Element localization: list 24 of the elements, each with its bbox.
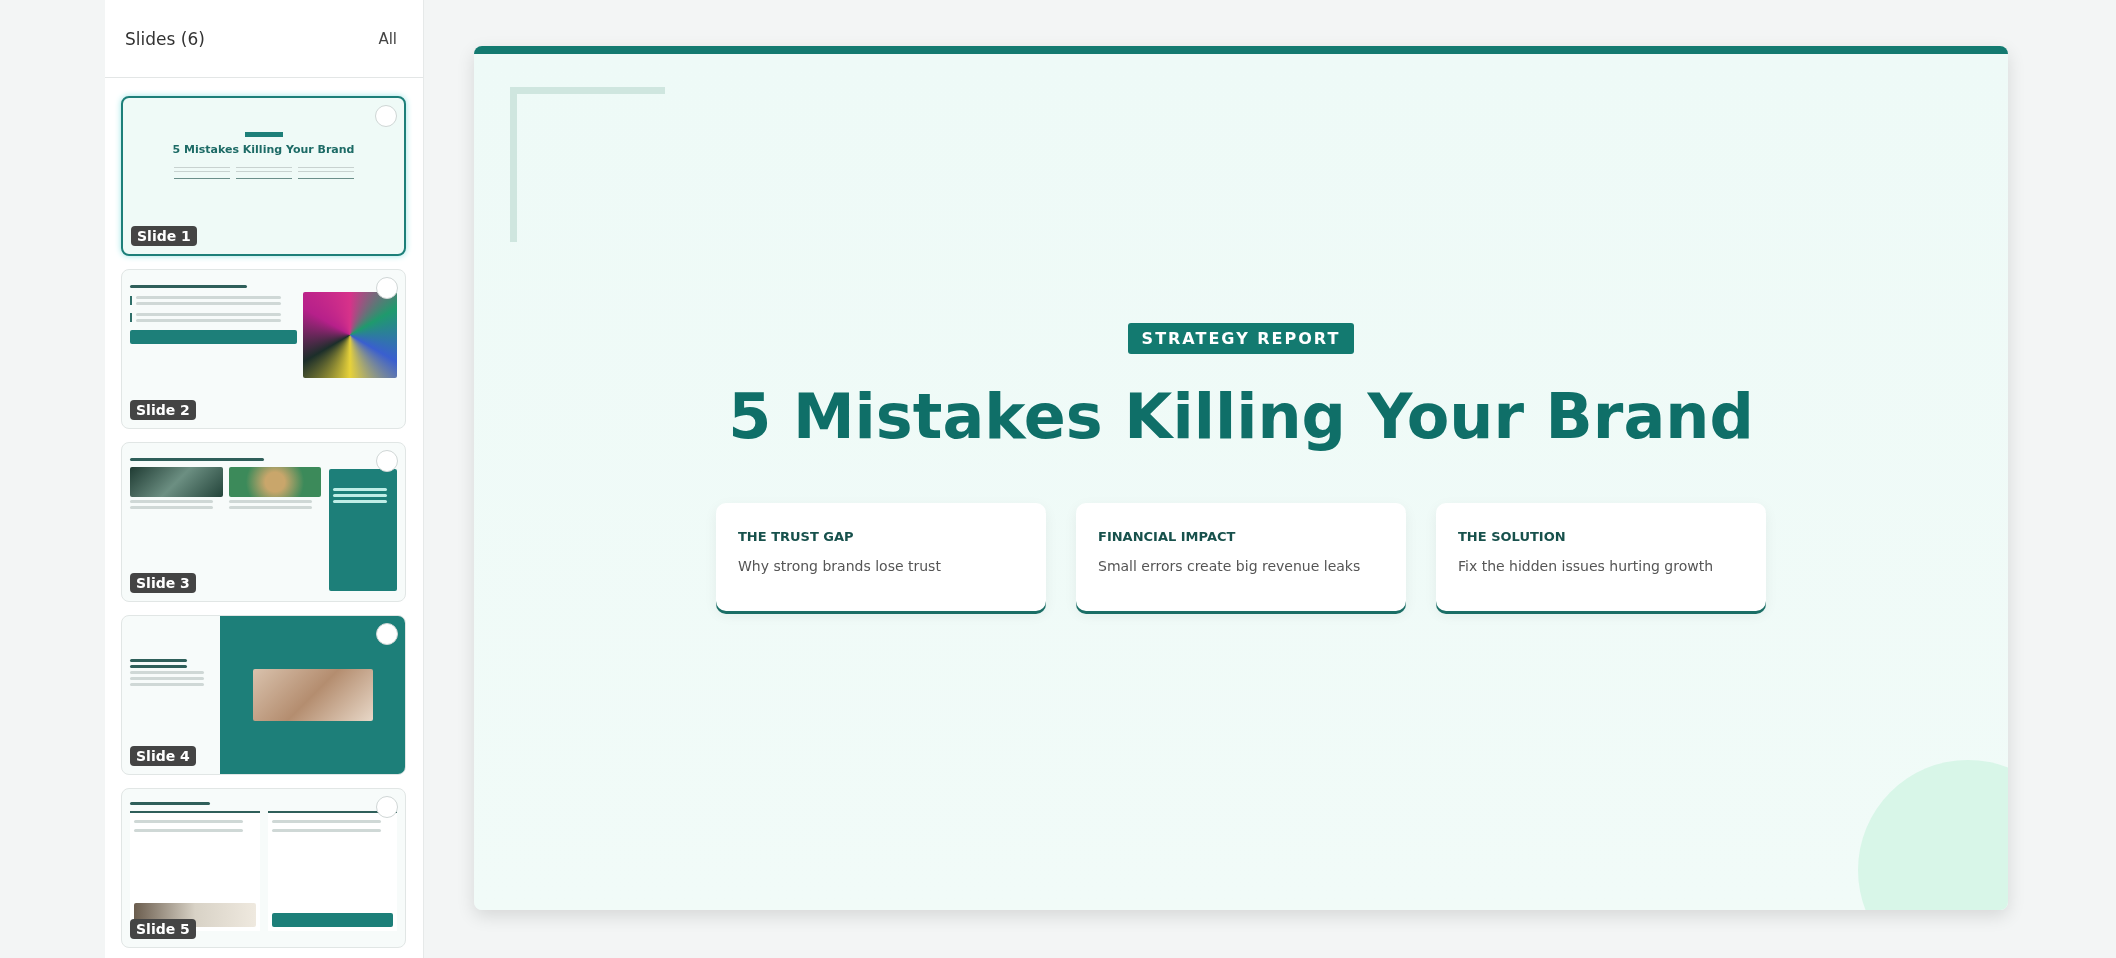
slide-number-label: Slide 1	[131, 226, 197, 246]
panel-title: Slides (6)	[125, 28, 205, 49]
report-badge: STRATEGY REPORT	[1127, 323, 1355, 354]
slide-thumbnail[interactable]: Slide 5	[121, 788, 406, 948]
badge-drawing	[244, 132, 283, 137]
slide-number-label: Slide 2	[130, 400, 196, 420]
select-circle-icon[interactable]	[376, 277, 398, 299]
slide-number-label: Slide 5	[130, 919, 196, 939]
card-text: Fix the hidden issues hurting growth	[1458, 558, 1715, 574]
card-heading: THE SOLUTION	[1458, 529, 1567, 544]
card-text: Small errors create big revenue leaks	[1098, 558, 1362, 574]
slide-thumbnail[interactable]: Slide 2	[121, 269, 406, 429]
card-heading: FINANCIAL IMPACT	[1098, 529, 1237, 544]
slide-number-label: Slide 4	[130, 746, 196, 766]
all-filter-button[interactable]: All	[374, 25, 401, 52]
slide-thumbnail[interactable]: Slide 4	[121, 615, 406, 775]
select-circle-icon[interactable]	[376, 450, 398, 472]
slide-thumbnail[interactable]: 5 Mistakes Killing Your Brand Slide 1	[121, 96, 406, 256]
slide-title-preview: 5 Mistakes Killing Your Brand	[172, 143, 355, 156]
slide-thumbnail[interactable]: Slide 3	[121, 442, 406, 602]
card-text: Why strong brands lose trust	[738, 558, 942, 574]
card-heading: THE TRUST GAP	[738, 529, 855, 544]
slide-title: 5 Mistakes Killing Your Brand	[728, 380, 1754, 453]
slide-number-label: Slide 3	[130, 573, 196, 593]
